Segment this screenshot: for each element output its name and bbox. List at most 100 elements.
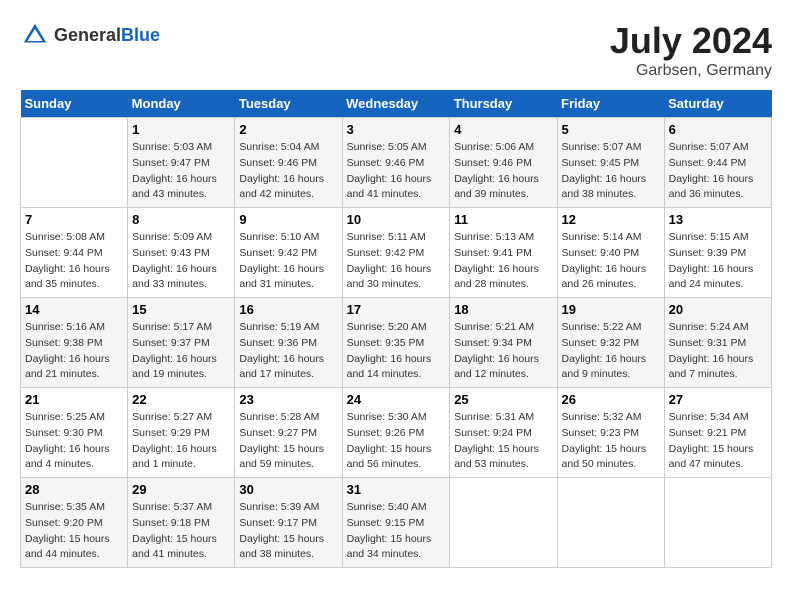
day-number: 4 bbox=[454, 122, 552, 137]
day-number: 17 bbox=[347, 302, 446, 317]
calendar-cell: 11 Sunrise: 5:13 AM Sunset: 9:41 PM Dayli… bbox=[450, 208, 557, 298]
day-detail: Sunrise: 5:40 AM Sunset: 9:15 PM Dayligh… bbox=[347, 500, 446, 563]
calendar-week-row: 21Sunrise: 5:25 AM Sunset: 9:30 PM Dayli… bbox=[21, 388, 772, 478]
day-number: 5 bbox=[562, 122, 660, 137]
day-detail: Sunrise: 5:24 AM Sunset: 9:31 PM Dayligh… bbox=[669, 320, 767, 383]
day-detail: Sunrise: 5:04 AM Sunset: 9:46 PM Dayligh… bbox=[239, 140, 337, 203]
day-detail: Sunrise: 5:37 AM Sunset: 9:18 PM Dayligh… bbox=[132, 500, 230, 563]
logo-text-blue: Blue bbox=[121, 25, 160, 45]
day-number: 24 bbox=[347, 392, 446, 407]
calendar-cell: 18 Sunrise: 5:21 AM Sunset: 9:34 PM Dayli… bbox=[450, 298, 557, 388]
calendar-cell: 30 Sunrise: 5:39 AM Sunset: 9:17 PM Dayli… bbox=[235, 478, 342, 568]
calendar-cell: 3Sunrise: 5:05 AM Sunset: 9:46 PM Daylig… bbox=[342, 118, 450, 208]
day-detail: Sunrise: 5:13 AM Sunset: 9:41 PM Dayligh… bbox=[454, 230, 552, 293]
day-detail: Sunrise: 5:14 AM Sunset: 9:40 PM Dayligh… bbox=[562, 230, 660, 293]
day-number: 19 bbox=[562, 302, 660, 317]
calendar-week-row: 14Sunrise: 5:16 AM Sunset: 9:38 PM Dayli… bbox=[21, 298, 772, 388]
day-number: 16 bbox=[239, 302, 337, 317]
calendar-cell: 28 Sunrise: 5:35 AM Sunset: 9:20 PM Dayli… bbox=[21, 478, 128, 568]
calendar-header-row: SundayMondayTuesdayWednesdayThursdayFrid… bbox=[21, 90, 772, 118]
day-detail: Sunrise: 5:39 AM Sunset: 9:17 PM Dayligh… bbox=[239, 500, 337, 563]
calendar-cell: 31 Sunrise: 5:40 AM Sunset: 9:15 PM Dayli… bbox=[342, 478, 450, 568]
calendar-cell: 27 Sunrise: 5:34 AM Sunset: 9:21 PM Dayli… bbox=[664, 388, 771, 478]
logo: GeneralBlue bbox=[20, 20, 160, 50]
month-title: July 2024 bbox=[610, 20, 772, 62]
day-of-week-header: Friday bbox=[557, 90, 664, 118]
calendar-cell: 9Sunrise: 5:10 AM Sunset: 9:42 PM Daylig… bbox=[235, 208, 342, 298]
day-detail: Sunrise: 5:31 AM Sunset: 9:24 PM Dayligh… bbox=[454, 410, 552, 473]
day-number: 10 bbox=[347, 212, 446, 227]
day-of-week-header: Sunday bbox=[21, 90, 128, 118]
day-number: 18 bbox=[454, 302, 552, 317]
day-number: 20 bbox=[669, 302, 767, 317]
calendar-cell: 25Sunrise: 5:31 AM Sunset: 9:24 PM Dayli… bbox=[450, 388, 557, 478]
day-number: 22 bbox=[132, 392, 230, 407]
day-number: 21 bbox=[25, 392, 123, 407]
day-number: 23 bbox=[239, 392, 337, 407]
day-detail: Sunrise: 5:28 AM Sunset: 9:27 PM Dayligh… bbox=[239, 410, 337, 473]
day-detail: Sunrise: 5:05 AM Sunset: 9:46 PM Dayligh… bbox=[347, 140, 446, 203]
calendar-cell: 4 Sunrise: 5:06 AM Sunset: 9:46 PM Daylig… bbox=[450, 118, 557, 208]
day-detail: Sunrise: 5:07 AM Sunset: 9:45 PM Dayligh… bbox=[562, 140, 660, 203]
calendar-cell: 26Sunrise: 5:32 AM Sunset: 9:23 PM Dayli… bbox=[557, 388, 664, 478]
day-number: 7 bbox=[25, 212, 123, 227]
calendar-cell: 22 Sunrise: 5:27 AM Sunset: 9:29 PM Dayli… bbox=[128, 388, 235, 478]
day-detail: Sunrise: 5:27 AM Sunset: 9:29 PM Dayligh… bbox=[132, 410, 230, 473]
calendar-cell: 13 Sunrise: 5:15 AM Sunset: 9:39 PM Dayli… bbox=[664, 208, 771, 298]
calendar-cell: 24 Sunrise: 5:30 AM Sunset: 9:26 PM Dayli… bbox=[342, 388, 450, 478]
day-number: 28 bbox=[25, 482, 123, 497]
day-number: 30 bbox=[239, 482, 337, 497]
day-number: 11 bbox=[454, 212, 552, 227]
day-number: 13 bbox=[669, 212, 767, 227]
logo-text-general: General bbox=[54, 25, 121, 45]
day-detail: Sunrise: 5:11 AM Sunset: 9:42 PM Dayligh… bbox=[347, 230, 446, 293]
calendar-cell: 6 Sunrise: 5:07 AM Sunset: 9:44 PM Daylig… bbox=[664, 118, 771, 208]
calendar-cell bbox=[664, 478, 771, 568]
day-number: 8 bbox=[132, 212, 230, 227]
day-detail: Sunrise: 5:08 AM Sunset: 9:44 PM Dayligh… bbox=[25, 230, 123, 293]
calendar-cell: 2 Sunrise: 5:04 AM Sunset: 9:46 PM Daylig… bbox=[235, 118, 342, 208]
day-number: 9 bbox=[239, 212, 337, 227]
calendar-cell: 8 Sunrise: 5:09 AM Sunset: 9:43 PM Daylig… bbox=[128, 208, 235, 298]
day-detail: Sunrise: 5:34 AM Sunset: 9:21 PM Dayligh… bbox=[669, 410, 767, 473]
day-number: 15 bbox=[132, 302, 230, 317]
calendar-week-row: 7 Sunrise: 5:08 AM Sunset: 9:44 PM Daylig… bbox=[21, 208, 772, 298]
calendar-cell bbox=[557, 478, 664, 568]
day-number: 12 bbox=[562, 212, 660, 227]
day-detail: Sunrise: 5:03 AM Sunset: 9:47 PM Dayligh… bbox=[132, 140, 230, 203]
calendar-cell: 16Sunrise: 5:19 AM Sunset: 9:36 PM Dayli… bbox=[235, 298, 342, 388]
logo-icon bbox=[20, 20, 50, 50]
day-detail: Sunrise: 5:15 AM Sunset: 9:39 PM Dayligh… bbox=[669, 230, 767, 293]
day-detail: Sunrise: 5:09 AM Sunset: 9:43 PM Dayligh… bbox=[132, 230, 230, 293]
calendar-cell bbox=[21, 118, 128, 208]
day-of-week-header: Saturday bbox=[664, 90, 771, 118]
calendar-cell: 29Sunrise: 5:37 AM Sunset: 9:18 PM Dayli… bbox=[128, 478, 235, 568]
calendar-cell: 14Sunrise: 5:16 AM Sunset: 9:38 PM Dayli… bbox=[21, 298, 128, 388]
page-header: GeneralBlue July 2024 Garbsen, Germany bbox=[20, 20, 772, 80]
day-detail: Sunrise: 5:21 AM Sunset: 9:34 PM Dayligh… bbox=[454, 320, 552, 383]
day-detail: Sunrise: 5:20 AM Sunset: 9:35 PM Dayligh… bbox=[347, 320, 446, 383]
day-number: 6 bbox=[669, 122, 767, 137]
title-block: July 2024 Garbsen, Germany bbox=[610, 20, 772, 80]
day-detail: Sunrise: 5:07 AM Sunset: 9:44 PM Dayligh… bbox=[669, 140, 767, 203]
day-number: 27 bbox=[669, 392, 767, 407]
day-of-week-header: Wednesday bbox=[342, 90, 450, 118]
calendar-cell: 10 Sunrise: 5:11 AM Sunset: 9:42 PM Dayli… bbox=[342, 208, 450, 298]
day-number: 14 bbox=[25, 302, 123, 317]
calendar-cell bbox=[450, 478, 557, 568]
day-number: 1 bbox=[132, 122, 230, 137]
day-of-week-header: Tuesday bbox=[235, 90, 342, 118]
calendar-cell: 5 Sunrise: 5:07 AM Sunset: 9:45 PM Daylig… bbox=[557, 118, 664, 208]
day-number: 2 bbox=[239, 122, 337, 137]
calendar-cell: 20 Sunrise: 5:24 AM Sunset: 9:31 PM Dayli… bbox=[664, 298, 771, 388]
day-detail: Sunrise: 5:35 AM Sunset: 9:20 PM Dayligh… bbox=[25, 500, 123, 563]
calendar-cell: 15Sunrise: 5:17 AM Sunset: 9:37 PM Dayli… bbox=[128, 298, 235, 388]
day-detail: Sunrise: 5:32 AM Sunset: 9:23 PM Dayligh… bbox=[562, 410, 660, 473]
calendar-week-row: 1 Sunrise: 5:03 AM Sunset: 9:47 PM Daylig… bbox=[21, 118, 772, 208]
day-detail: Sunrise: 5:06 AM Sunset: 9:46 PM Dayligh… bbox=[454, 140, 552, 203]
calendar-week-row: 28 Sunrise: 5:35 AM Sunset: 9:20 PM Dayli… bbox=[21, 478, 772, 568]
calendar-cell: 21Sunrise: 5:25 AM Sunset: 9:30 PM Dayli… bbox=[21, 388, 128, 478]
day-number: 31 bbox=[347, 482, 446, 497]
day-detail: Sunrise: 5:30 AM Sunset: 9:26 PM Dayligh… bbox=[347, 410, 446, 473]
day-detail: Sunrise: 5:22 AM Sunset: 9:32 PM Dayligh… bbox=[562, 320, 660, 383]
